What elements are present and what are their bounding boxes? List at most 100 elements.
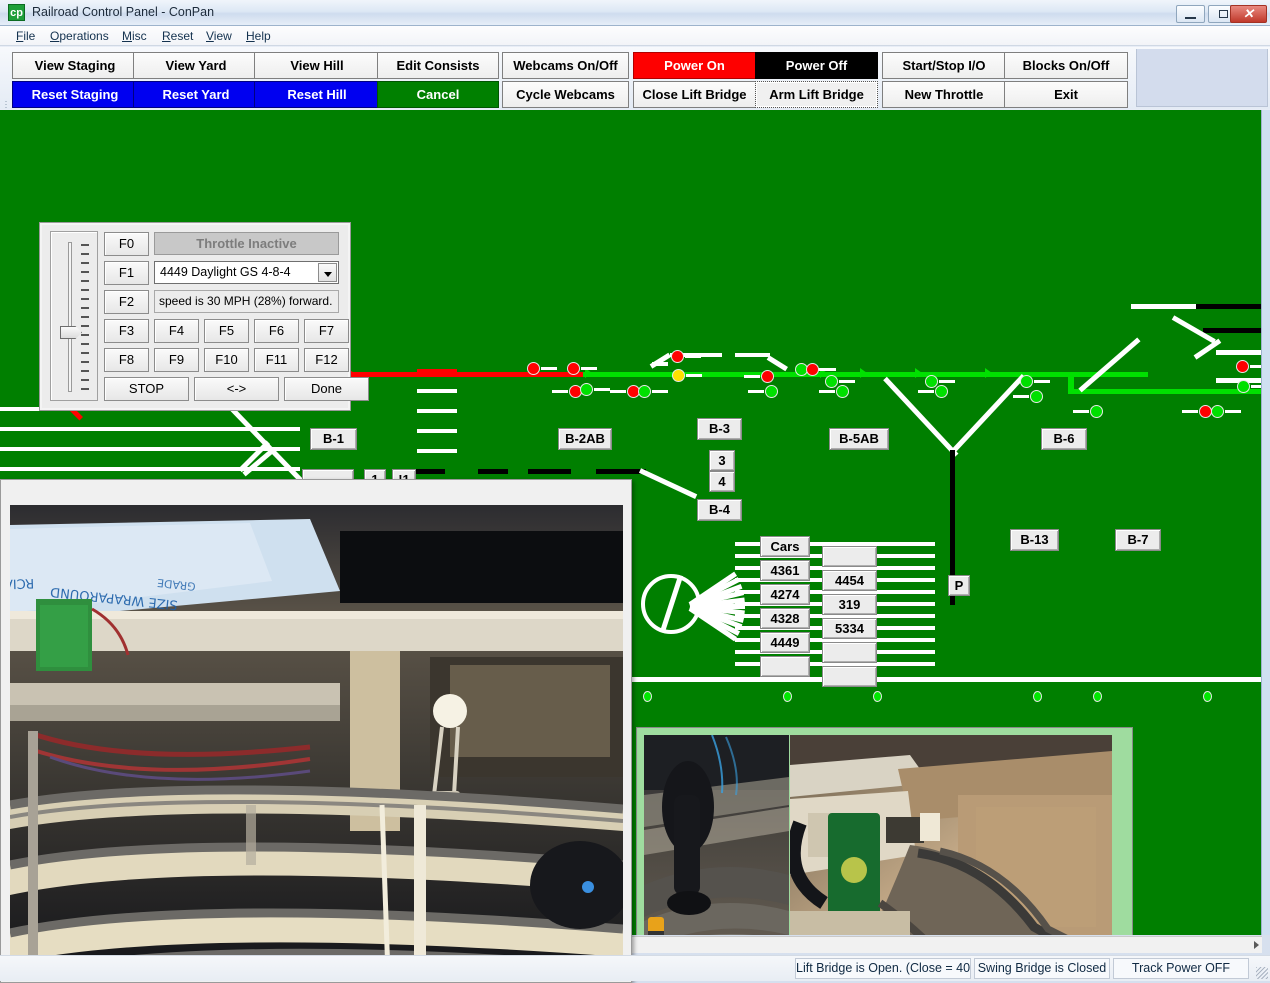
toolbar-button-view-yard[interactable]: View Yard bbox=[133, 52, 259, 79]
done-button[interactable]: Done bbox=[284, 377, 369, 401]
function-button-f8[interactable]: F8 bbox=[104, 348, 149, 372]
vertical-scrollbar[interactable] bbox=[1262, 110, 1270, 935]
signal-green-11[interactable] bbox=[765, 385, 778, 398]
signal-yellow-9[interactable] bbox=[672, 369, 685, 382]
switch-label-3[interactable]: 3 bbox=[709, 450, 735, 471]
toolbar-button-power-on[interactable]: Power On bbox=[633, 52, 756, 79]
throttle-slider[interactable] bbox=[50, 231, 98, 401]
toolbar-button-blocks-on-off[interactable]: Blocks On/Off bbox=[1004, 52, 1128, 79]
occupancy-dot-5[interactable] bbox=[1093, 691, 1102, 702]
chevron-down-icon[interactable] bbox=[318, 263, 337, 282]
toolbar-button-power-off[interactable]: Power Off bbox=[755, 52, 878, 79]
webcam-large-window[interactable]: RCIAL SIZE WRAPAROUND GRADE bbox=[0, 479, 632, 983]
signal-green-14[interactable] bbox=[825, 375, 838, 388]
yard-slot-right-3[interactable]: 319 bbox=[822, 594, 877, 615]
signal-green-5[interactable] bbox=[580, 383, 593, 396]
signal-red-13[interactable] bbox=[806, 363, 819, 376]
function-button-f10[interactable]: F10 bbox=[204, 348, 249, 372]
occupancy-dot-6[interactable] bbox=[1203, 691, 1212, 702]
function-button-f3[interactable]: F3 bbox=[104, 319, 149, 343]
signal-red-21[interactable] bbox=[1236, 360, 1249, 373]
yard-slot-right-1[interactable] bbox=[822, 546, 877, 567]
toolbar-button-cancel[interactable]: Cancel bbox=[377, 81, 499, 108]
signal-green-20[interactable] bbox=[1090, 405, 1103, 418]
yard-slot-right-5[interactable] bbox=[822, 642, 877, 663]
throttle-window[interactable]: Throttle Inactive 4449 Daylight GS 4-8-4… bbox=[40, 223, 369, 410]
occupancy-dot-1[interactable] bbox=[643, 691, 652, 702]
toolbar-button-exit[interactable]: Exit bbox=[1004, 81, 1128, 108]
toolbar-button-start-stop-i-o[interactable]: Start/Stop I/O bbox=[882, 52, 1006, 79]
function-button-f6[interactable]: F6 bbox=[254, 319, 299, 343]
chevron-right-icon[interactable] bbox=[1254, 941, 1259, 949]
menu-item-misc[interactable]: Misc bbox=[116, 28, 153, 44]
function-button-f0[interactable]: F0 bbox=[104, 232, 149, 256]
menu-item-help[interactable]: Help bbox=[240, 28, 277, 44]
block-label-b-6[interactable]: B-6 bbox=[1041, 428, 1087, 450]
yard-slot-left-1[interactable]: Cars bbox=[760, 536, 810, 557]
yard-slot-left-5[interactable]: 4449 bbox=[760, 632, 810, 653]
yard-slot-left-3[interactable]: 4274 bbox=[760, 584, 810, 605]
function-button-f2[interactable]: F2 bbox=[104, 290, 149, 314]
yard-slot-left-4[interactable]: 4328 bbox=[760, 608, 810, 629]
signal-red-2[interactable] bbox=[567, 362, 580, 375]
signal-green-19[interactable] bbox=[1030, 390, 1043, 403]
menu-item-view[interactable]: View bbox=[200, 28, 238, 44]
toolbar-button-view-staging[interactable]: View Staging bbox=[12, 52, 138, 79]
yard-slot-left-6[interactable] bbox=[760, 656, 810, 677]
signal-red-1[interactable] bbox=[527, 362, 540, 375]
switch-label-4[interactable]: 4 bbox=[709, 471, 735, 492]
function-button-f11[interactable]: F11 bbox=[254, 348, 299, 372]
signal-green-22[interactable] bbox=[1237, 380, 1250, 393]
menu-item-file[interactable]: File bbox=[10, 28, 41, 44]
block-label-b-3[interactable]: B-3 bbox=[697, 418, 742, 440]
menu-item-reset[interactable]: Reset bbox=[156, 28, 199, 44]
function-button-f9[interactable]: F9 bbox=[154, 348, 199, 372]
menu-item-operations[interactable]: Operations bbox=[44, 28, 115, 44]
function-button-f7[interactable]: F7 bbox=[304, 319, 349, 343]
webcam-right[interactable] bbox=[790, 735, 1112, 935]
yard-slot-left-2[interactable]: 4361 bbox=[760, 560, 810, 581]
signal-red-8[interactable] bbox=[671, 350, 684, 363]
signal-green-15[interactable] bbox=[836, 385, 849, 398]
webcam-left[interactable] bbox=[644, 735, 789, 935]
close-button[interactable]: ✕ bbox=[1230, 5, 1267, 23]
yard-slot-right-6[interactable] bbox=[822, 666, 877, 687]
block-label-b-5ab[interactable]: B-5AB bbox=[829, 428, 889, 450]
minimize-button[interactable] bbox=[1176, 5, 1205, 23]
yard-slot-right-2[interactable]: 4454 bbox=[822, 570, 877, 591]
occupancy-dot-3[interactable] bbox=[873, 691, 882, 702]
toolbar-button-new-throttle[interactable]: New Throttle bbox=[882, 81, 1006, 108]
toolbar-button-edit-consists[interactable]: Edit Consists bbox=[377, 52, 499, 79]
stop-button[interactable]: STOP bbox=[104, 377, 189, 401]
block-label-b-7[interactable]: B-7 bbox=[1115, 529, 1161, 551]
resize-grip-icon[interactable] bbox=[1256, 967, 1268, 979]
toolbar-button-reset-hill[interactable]: Reset Hill bbox=[254, 81, 380, 108]
loco-select[interactable]: 4449 Daylight GS 4-8-4 bbox=[154, 261, 339, 284]
signal-green-17[interactable] bbox=[935, 385, 948, 398]
signal-red-10[interactable] bbox=[761, 370, 774, 383]
toolbar-button-close-lift-bridge[interactable]: Close Lift Bridge bbox=[633, 81, 756, 108]
occupancy-dot-2[interactable] bbox=[783, 691, 792, 702]
function-button-f5[interactable]: F5 bbox=[204, 319, 249, 343]
toolbar-button-cycle-webcams[interactable]: Cycle Webcams bbox=[502, 81, 629, 108]
block-label-b-4[interactable]: B-4 bbox=[697, 499, 742, 521]
block-label-b-13[interactable]: B-13 bbox=[1010, 529, 1059, 551]
function-button-f12[interactable]: F12 bbox=[304, 348, 349, 372]
toolbar-button-view-hill[interactable]: View Hill bbox=[254, 52, 380, 79]
toolbar-button-webcams-on-off[interactable]: Webcams On/Off bbox=[502, 52, 629, 79]
function-button-f1[interactable]: F1 bbox=[104, 261, 149, 285]
yard-slot-right-4[interactable]: 5334 bbox=[822, 618, 877, 639]
direction-toggle-button[interactable]: <-> bbox=[194, 377, 279, 401]
toolbar-button-arm-lift-bridge[interactable]: Arm Lift Bridge bbox=[755, 81, 878, 108]
toolbar-button-reset-staging[interactable]: Reset Staging bbox=[12, 81, 138, 108]
signal-green-24[interactable] bbox=[1211, 405, 1224, 418]
slider-thumb[interactable] bbox=[60, 326, 82, 339]
marker-p-b13[interactable]: P bbox=[948, 575, 970, 596]
block-label-b-2ab[interactable]: B-2AB bbox=[558, 428, 612, 450]
occupancy-dot-4[interactable] bbox=[1033, 691, 1042, 702]
signal-green-7[interactable] bbox=[638, 385, 651, 398]
toolbar-button-reset-yard[interactable]: Reset Yard bbox=[133, 81, 259, 108]
signal-green-18[interactable] bbox=[1020, 375, 1033, 388]
function-button-f4[interactable]: F4 bbox=[154, 319, 199, 343]
block-label-b-1[interactable]: B-1 bbox=[310, 428, 357, 450]
